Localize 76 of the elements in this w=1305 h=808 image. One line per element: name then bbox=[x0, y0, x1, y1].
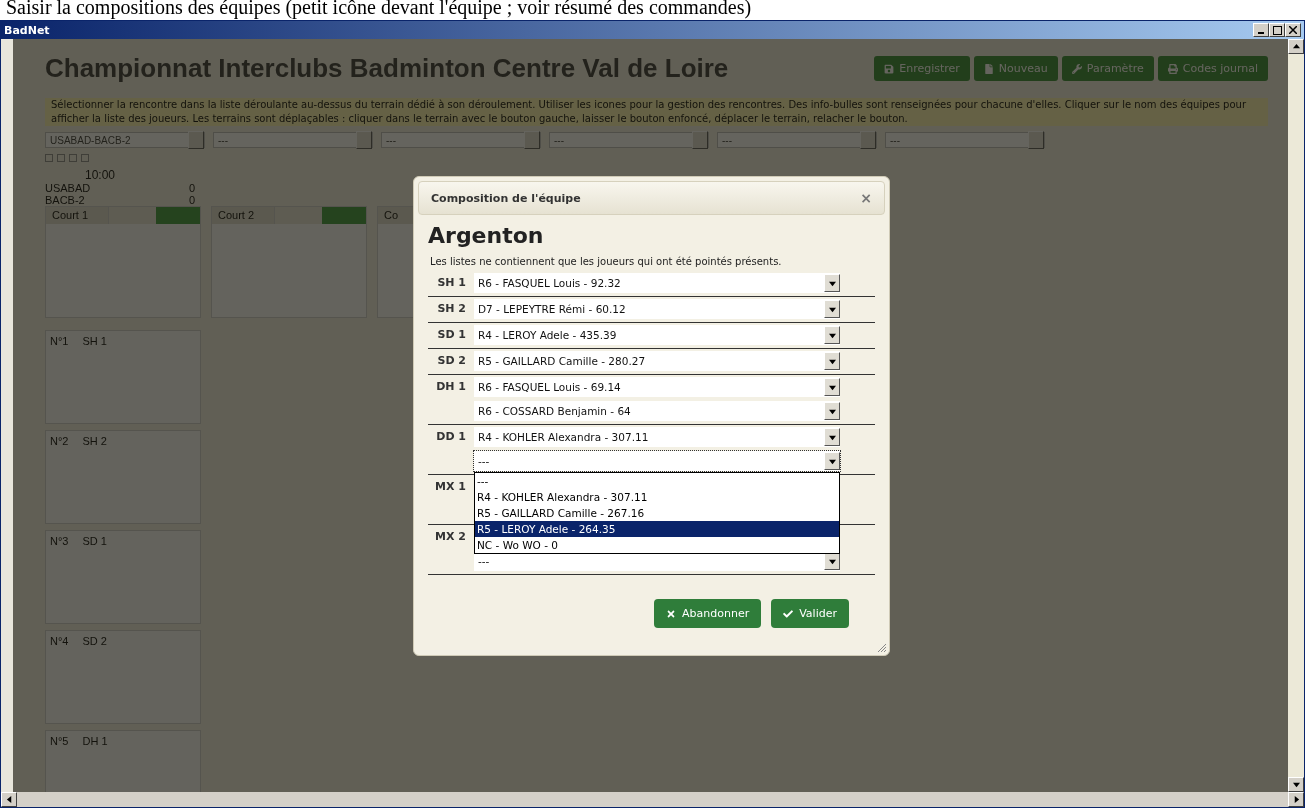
dropdown-arrow-icon[interactable] bbox=[828, 305, 836, 313]
validate-button[interactable]: Valider bbox=[771, 599, 849, 628]
row-label: SD 1 bbox=[436, 327, 467, 343]
close-button[interactable] bbox=[1285, 23, 1301, 37]
team-name[interactable]: USABAD bbox=[45, 182, 91, 194]
match-select[interactable]: USABAD-BACB-2 bbox=[45, 132, 205, 148]
check-icon bbox=[783, 608, 794, 619]
dropdown-arrow-icon[interactable] bbox=[828, 457, 836, 465]
info-text: Sélectionner la rencontre dans la liste déroulante au-dessus du terrain dédié à son déroulement. Utiliser les icones pour la gestion des rencontres. Des info-bulles sont renseignées pour chacune d'elles. Cliquer sur le nom des équipes pour afficher la liste des joueurs. Les terrains sont déplaçables : cliquer dans le terrain avec le bouton gauche, laisser le bouton enfoncé, déplacer le terrain, relacher le bouton. bbox=[45, 98, 1268, 126]
match-card: N°5 DH 1 bbox=[45, 730, 201, 792]
page-title: Championnat Interclubs Badminton Centre Val de Loire bbox=[45, 53, 729, 84]
status-badge bbox=[322, 207, 366, 224]
court-panel[interactable]: Court 2 bbox=[211, 206, 367, 318]
resize-grip-icon[interactable] bbox=[877, 643, 887, 653]
vertical-scrollbar[interactable] bbox=[1288, 39, 1304, 792]
wrench-icon bbox=[1071, 63, 1082, 74]
close-button[interactable]: × bbox=[860, 190, 872, 206]
dropdown-arrow-icon[interactable] bbox=[828, 407, 836, 415]
note-text: Les listes ne contiennent que les joueurs qui ont été pointés présents. bbox=[430, 256, 783, 267]
caption-text: Saisir la compositions des équipes (petit icône devant l'équipe ; voir résumé des commandes) bbox=[5, 0, 753, 20]
select-field[interactable]: D7 - LEPEYTRE Rémi - 60.12 bbox=[474, 299, 840, 319]
right-arrow-icon[interactable] bbox=[1292, 796, 1300, 803]
dropdown-arrow-icon[interactable] bbox=[828, 433, 836, 441]
match-time: 10:00 bbox=[84, 168, 117, 182]
select-field[interactable]: R5 - GAILLARD Camille - 280.27 bbox=[474, 351, 840, 371]
match-card: N°4 SD 2 bbox=[45, 630, 201, 724]
dropdown-arrow-icon[interactable] bbox=[828, 557, 836, 565]
team-title: Argenton bbox=[428, 223, 545, 248]
dropdown-arrow-icon[interactable] bbox=[828, 279, 836, 287]
cancel-button[interactable]: Abandonner bbox=[654, 599, 762, 628]
dropdown-arrow-icon[interactable] bbox=[828, 383, 836, 391]
match-card: N°3 SD 1 bbox=[45, 530, 201, 624]
team-score: 0 bbox=[188, 194, 195, 206]
court-label: Court 2 bbox=[212, 207, 274, 224]
printer-icon bbox=[1167, 63, 1178, 74]
dropdown-arrow-icon[interactable] bbox=[828, 357, 836, 365]
down-arrow-icon[interactable] bbox=[1292, 781, 1300, 788]
floppy-icon bbox=[884, 63, 895, 74]
up-arrow-icon[interactable] bbox=[1292, 43, 1300, 50]
team-name[interactable]: BACB-2 bbox=[45, 194, 85, 206]
minimize-button[interactable] bbox=[1253, 23, 1269, 37]
select-field[interactable]: R4 - KOHLER Alexandra - 307.11 bbox=[474, 427, 840, 447]
row-label: DD 1 bbox=[435, 429, 467, 445]
match-select[interactable]: --- bbox=[885, 132, 1045, 148]
row-label: MX 1 bbox=[434, 479, 467, 495]
match-select[interactable]: --- bbox=[717, 132, 877, 148]
select-field[interactable]: --- bbox=[474, 451, 840, 471]
row-label: MX 2 bbox=[434, 529, 467, 545]
row-label: SH 1 bbox=[436, 275, 467, 291]
match-select[interactable]: --- bbox=[381, 132, 541, 148]
court-label: Court 1 bbox=[46, 207, 108, 224]
court-score-cell bbox=[274, 207, 322, 224]
left-arrow-icon[interactable] bbox=[5, 796, 13, 803]
select-field[interactable]: R6 - COSSARD Benjamin - 64 bbox=[474, 401, 840, 421]
dialog-title: Composition de l'équipe bbox=[431, 191, 581, 205]
court-panel[interactable]: Court 1 bbox=[45, 206, 201, 318]
document-icon bbox=[983, 63, 994, 74]
window-title: BadNet bbox=[4, 23, 50, 37]
close-icon[interactable] bbox=[1289, 26, 1297, 34]
court-score-cell bbox=[108, 207, 156, 224]
close-icon bbox=[666, 608, 677, 619]
row-label: DH 1 bbox=[435, 379, 467, 395]
match-select[interactable]: --- bbox=[213, 132, 373, 148]
horizontal-scrollbar[interactable] bbox=[1, 792, 1304, 807]
select-field[interactable]: R6 - FASQUEL Louis - 92.32 bbox=[474, 273, 840, 293]
dropdown-option[interactable]: R5 - LEROY Adele - 264.35 bbox=[475, 521, 839, 537]
match-card: N°1 SH 1 bbox=[45, 330, 201, 424]
select-field[interactable]: R4 - LEROY Adele - 435.39 bbox=[474, 325, 840, 345]
match-card: N°2 SH 2 bbox=[45, 430, 201, 524]
row-label: SD 2 bbox=[436, 353, 467, 369]
status-badge bbox=[156, 207, 200, 224]
match-select[interactable]: --- bbox=[549, 132, 709, 148]
row-label: SH 2 bbox=[436, 301, 467, 317]
dropdown-arrow-icon[interactable] bbox=[828, 331, 836, 339]
select-field[interactable]: R6 - FASQUEL Louis - 69.14 bbox=[474, 377, 840, 397]
team-score: 0 bbox=[188, 182, 195, 194]
